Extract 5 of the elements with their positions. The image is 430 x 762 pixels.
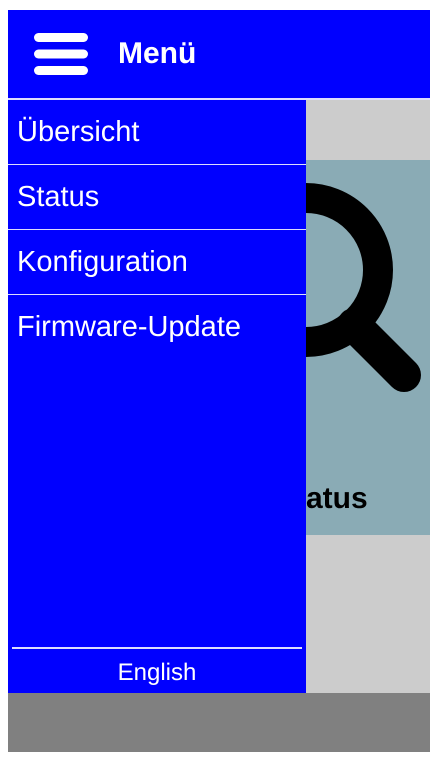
menu-icon[interactable] [34, 31, 88, 77]
tile-label: atus [306, 482, 368, 516]
status-tile[interactable]: atus [306, 160, 430, 535]
menu-title: Menü [118, 37, 196, 71]
menu-item[interactable]: Firmware-Update [8, 295, 306, 359]
